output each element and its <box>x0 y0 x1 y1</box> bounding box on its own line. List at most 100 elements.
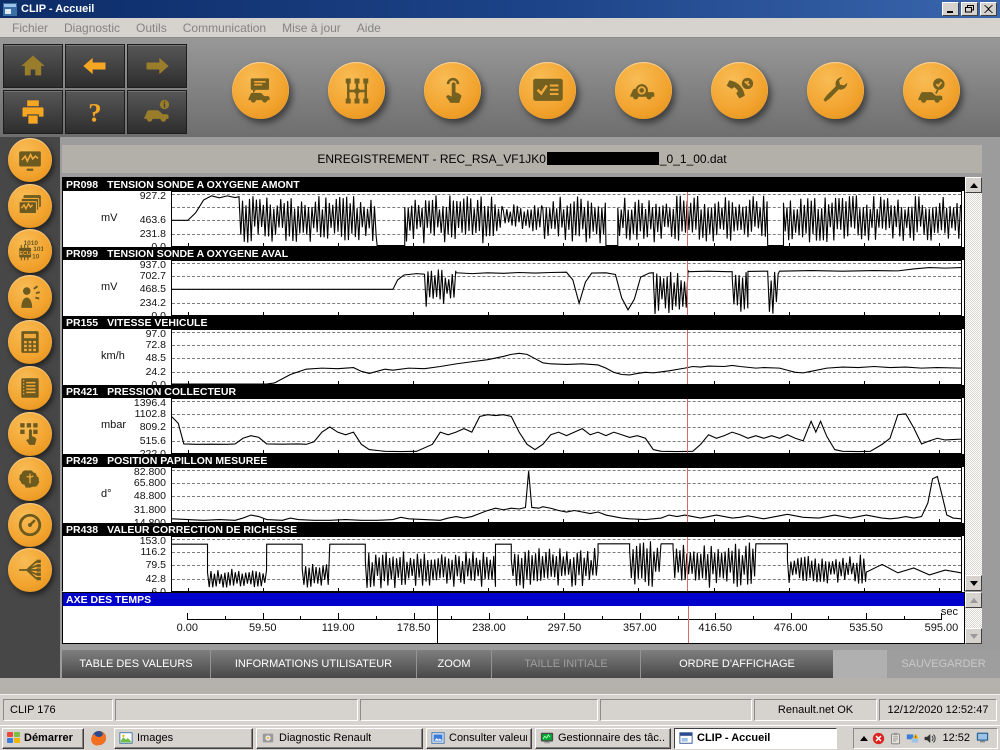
tray-expand-icon[interactable] <box>860 736 868 741</box>
car-check-icon <box>916 76 948 106</box>
chart-pr429: PR429POSITION PAPILLON MESUREEd°82.80065… <box>63 454 964 523</box>
diag-icon <box>261 731 275 745</box>
recording-title-bar: ENREGISTREMENT - REC_RSA_VF1JK0_0_1_00.d… <box>62 145 982 173</box>
touch-icon <box>437 76 469 106</box>
menu-aide[interactable]: Aide <box>349 21 389 35</box>
home-button[interactable] <box>3 44 63 88</box>
chart-plot[interactable] <box>171 536 962 592</box>
gauge-icon <box>17 512 43 538</box>
menu-mise-jour[interactable]: Mise à jour <box>274 21 349 35</box>
axis-tick-label: 48.800 <box>134 490 166 502</box>
clipboard-icon[interactable] <box>889 732 902 745</box>
axis-tick-label: 222.0 <box>140 448 166 460</box>
ecu-icon: 101010110ECU <box>17 238 43 264</box>
scrollbar-track[interactable] <box>965 193 982 575</box>
action-sauvegarder: SAUVEGARDER <box>887 650 1000 678</box>
axis-tick-label: 72.8 <box>146 339 166 351</box>
gearbox-test-button[interactable] <box>328 62 385 119</box>
report-button[interactable] <box>8 366 52 410</box>
menu-communication[interactable]: Communication <box>175 21 274 35</box>
start-button[interactable]: Démarrer <box>2 728 84 749</box>
waveform-display-button[interactable] <box>8 138 52 182</box>
action-informations-utilisateur[interactable]: INFORMATIONS UTILISATEUR <box>210 650 416 678</box>
minimize-button[interactable] <box>942 2 959 16</box>
taskbar-item-clipwin[interactable]: CLIP - Accueil <box>674 728 837 749</box>
dashboard-button[interactable] <box>8 503 52 547</box>
chart-title-bar: PR438VALEUR CORRECTION DE RICHESSE <box>63 523 964 536</box>
time-cursor <box>688 606 689 643</box>
status-device: CLIP 176 <box>3 699 113 721</box>
help-button[interactable]: ? <box>65 90 125 134</box>
close-button[interactable] <box>980 2 997 16</box>
taskbar-item-taskmgr[interactable]: Gestionnaire des tâc... <box>535 728 671 749</box>
menu-outils[interactable]: Outils <box>128 21 175 35</box>
status-empty-1 <box>115 699 358 721</box>
time-tick-label: 535.50 <box>838 622 894 634</box>
chart-cursor <box>687 261 688 315</box>
chart-plot[interactable] <box>171 467 962 523</box>
print-button[interactable] <box>3 90 63 134</box>
scroll-up-button[interactable] <box>965 177 982 193</box>
chart-body: mV927.2463.6231.80.0 <box>63 191 964 247</box>
printer-icon <box>18 98 48 126</box>
main-area: 101010110ECU ENREGISTREMENT - REC_RSA_VF… <box>0 137 1000 694</box>
menu-diagnostic[interactable]: Diagnostic <box>56 21 128 35</box>
chart-axis-labels: 153.0116.279.542.86.0 <box>63 536 171 592</box>
wrench-icon <box>820 76 852 106</box>
firefox-icon[interactable] <box>88 728 110 749</box>
phone-wrench-icon <box>724 76 756 106</box>
waveform <box>172 192 961 246</box>
checklist-icon <box>532 76 564 106</box>
manual-command-button[interactable] <box>424 62 481 119</box>
charts-panel: PR098TENSION SONDE A OXYGENE AMONTmV927.… <box>62 177 965 591</box>
chart-unit: mbar <box>101 419 126 431</box>
time-scroll-up-button[interactable] <box>965 592 982 608</box>
tray-clock: 12:52 <box>942 732 970 744</box>
vehicle-scan-button[interactable] <box>615 62 672 119</box>
scroll-down-button[interactable] <box>965 575 982 591</box>
car-doc-icon <box>245 76 277 106</box>
time-scroll-down-button[interactable] <box>965 628 982 644</box>
time-minor-tick <box>753 616 754 620</box>
calculator-button[interactable] <box>8 320 52 364</box>
expert-mode-button[interactable] <box>8 457 52 501</box>
vehicle-info-button[interactable]: i <box>127 90 187 134</box>
action-ordre-d-affichage[interactable]: ORDRE D'AFFICHAGE <box>640 650 833 678</box>
taskbar-item-diag[interactable]: Diagnostic Renault <box>256 728 423 749</box>
vehicle-validation-button[interactable] <box>903 62 960 119</box>
chart-plot[interactable] <box>171 398 962 454</box>
chart-axis-labels: mV927.2463.6231.80.0 <box>63 191 171 247</box>
ecu-data-button[interactable]: 101010110ECU <box>8 229 52 273</box>
back-button[interactable] <box>65 44 125 88</box>
wiring-button[interactable] <box>8 548 52 592</box>
keypad-input-button[interactable] <box>8 412 52 456</box>
chart-plot[interactable] <box>171 260 962 316</box>
restore-button[interactable] <box>961 2 978 16</box>
time-axis-scrollbar[interactable] <box>965 592 982 644</box>
airbag-button[interactable] <box>8 275 52 319</box>
taskbar-item-images[interactable]: Images <box>114 728 253 749</box>
chart-name: POSITION PAPILLON MESUREE <box>107 455 267 467</box>
show-desktop-icon[interactable] <box>976 731 991 746</box>
volume-icon[interactable] <box>923 732 936 745</box>
multi-graph-button[interactable] <box>8 184 52 228</box>
title-bar[interactable]: CLIP - Accueil <box>0 0 1000 18</box>
time-tick-label: 416.50 <box>687 622 743 634</box>
security-alert-icon[interactable] <box>872 732 885 745</box>
action-table-des-valeurs[interactable]: TABLE DES VALEURS <box>62 650 210 678</box>
taskbar-item-viewer[interactable]: Consulter valeurs.pn... <box>426 728 532 749</box>
chart-plot[interactable] <box>171 329 962 385</box>
chart-title-bar: PR098TENSION SONDE A OXYGENE AMONT <box>63 178 964 191</box>
charts-scrollbar[interactable] <box>965 177 982 591</box>
network-warning-icon[interactable]: ! <box>906 732 919 745</box>
menu-fichier[interactable]: Fichier <box>4 21 56 35</box>
time-axis-area[interactable]: sec 0.0059.50119.00178.50238.00297.50357… <box>63 606 964 643</box>
phone-support-button[interactable] <box>711 62 768 119</box>
action-zoom[interactable]: ZOOM <box>416 650 491 678</box>
checklist-button[interactable] <box>519 62 576 119</box>
chart-plot[interactable] <box>171 191 962 247</box>
forward-button[interactable] <box>127 44 187 88</box>
time-tick-label: 297.50 <box>536 622 592 634</box>
vehicle-report-button[interactable] <box>232 62 289 119</box>
repair-tools-button[interactable] <box>807 62 864 119</box>
